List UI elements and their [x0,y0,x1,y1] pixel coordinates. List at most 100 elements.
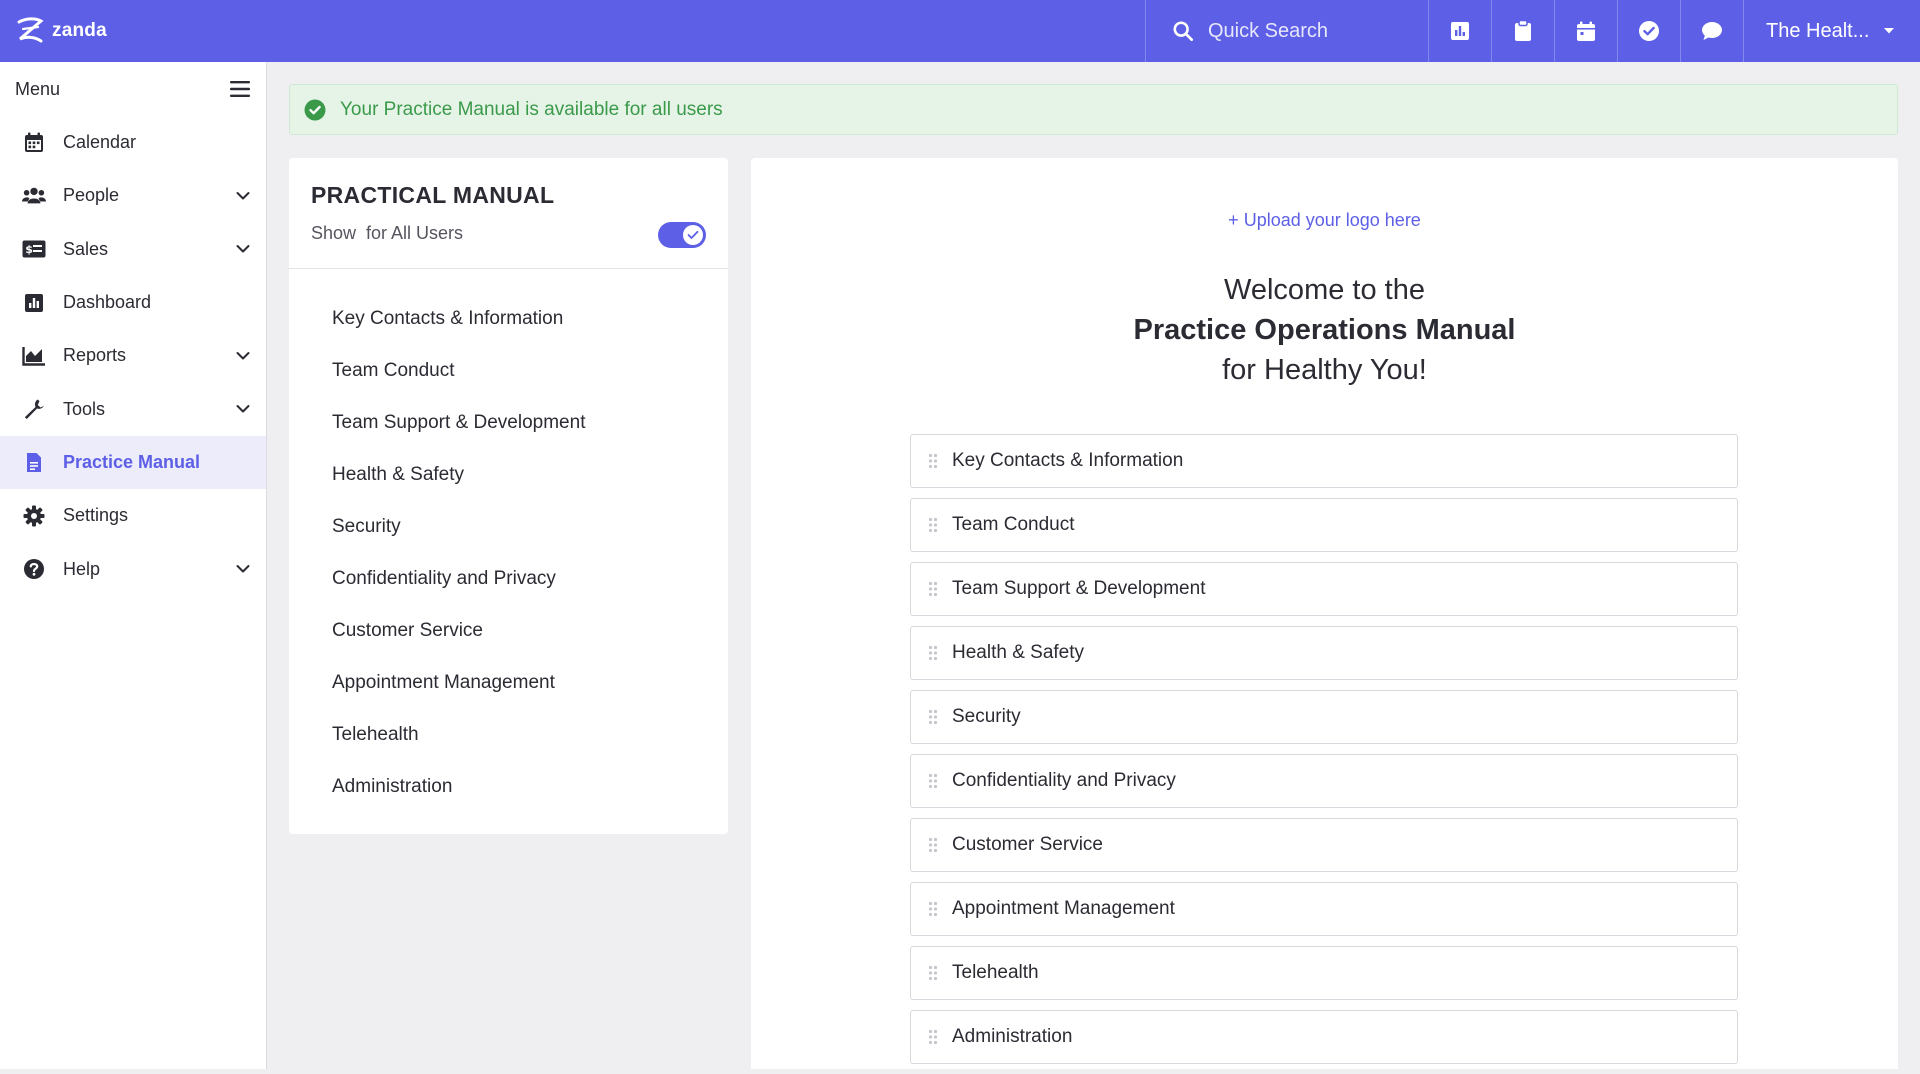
manual-panel: PRACTICAL MANUAL Show for All Users Key … [289,158,728,834]
upload-logo-link[interactable]: + Upload your logo here [751,210,1898,231]
toc-item[interactable]: Health & Safety [289,449,728,501]
section-label: Key Contacts & Information [952,450,1184,471]
calendar-button[interactable] [1554,0,1617,62]
sidebar-item-label: Reports [63,345,127,366]
drag-handle-icon[interactable] [928,517,938,533]
section-label: Team Support & Development [952,578,1206,599]
section-label: Telehealth [952,962,1039,983]
sidebar-item-sales[interactable]: $ Sales [0,223,266,276]
section-row[interactable]: Security [910,690,1738,744]
section-row[interactable]: Team Support & Development [910,562,1738,616]
chat-bubble-icon [1701,21,1723,41]
section-label: Health & Safety [952,642,1085,663]
chevron-down-icon[interactable] [236,191,250,200]
sidebar-item-label: Dashboard [63,292,152,313]
sidebar-item-label: Help [63,558,101,579]
section-row[interactable]: Confidentiality and Privacy [910,754,1738,808]
welcome-line-1: Welcome to the [1224,274,1425,306]
search-icon [1172,20,1194,42]
menu-label: Menu [15,78,61,99]
sidebar: Menu Calendar People $ Sales Dashboard R… [0,62,267,1069]
tasks-button[interactable] [1617,0,1680,62]
section-row[interactable]: Customer Service [910,818,1738,872]
account-switcher[interactable]: The Healt... [1743,0,1920,62]
drag-handle-icon[interactable] [928,837,938,853]
document-icon [22,450,46,474]
section-row[interactable]: Telehealth [910,946,1738,1000]
toc-item[interactable]: Team Support & Development [289,397,728,449]
sidebar-item-label: Practice Manual [63,451,201,472]
chevron-down-icon[interactable] [236,405,250,414]
toc-item[interactable]: Security [289,501,728,553]
check-circle-icon [1638,20,1660,42]
toc-item[interactable]: Administration [289,761,728,813]
chevron-down-icon[interactable] [236,565,250,574]
clipboard-icon [1514,20,1532,42]
top-bar: zanda Quick Search The Healt... [0,0,1920,62]
toc-item[interactable]: Appointment Management [289,657,728,709]
section-label: Confidentiality and Privacy [952,770,1176,791]
show-all-users-label: Show for All Users [311,223,464,243]
drag-handle-icon[interactable] [928,965,938,981]
banner-message: Your Practice Manual is available for al… [340,98,723,120]
sidebar-item-calendar[interactable]: Calendar [0,116,266,169]
quick-search[interactable]: Quick Search [1145,0,1428,62]
drag-handle-icon[interactable] [928,453,938,469]
chevron-down-icon[interactable] [236,351,250,360]
sidebar-item-people[interactable]: People [0,169,266,222]
calendar-icon [22,131,46,155]
section-label: Security [952,706,1021,727]
brand-logo[interactable]: zanda [0,0,266,62]
drag-handle-icon[interactable] [928,1029,938,1045]
clipboard-button[interactable] [1491,0,1554,62]
success-banner: Your Practice Manual is available for al… [289,84,1898,135]
show-all-users-toggle[interactable] [658,222,706,248]
reports-button[interactable] [1428,0,1491,62]
people-icon [22,184,46,208]
manual-content-panel: + Upload your logo here Welcome to the P… [751,158,1898,1069]
zanda-logo-icon [14,15,46,47]
svg-text:$: $ [25,243,33,256]
wrench-icon [22,397,46,421]
account-label: The Healt... [1766,19,1870,42]
sidebar-item-dashboard[interactable]: Dashboard [0,276,266,329]
sidebar-item-tools[interactable]: Tools [0,382,266,435]
section-row[interactable]: Team Conduct [910,498,1738,552]
drag-handle-icon[interactable] [928,901,938,917]
sidebar-item-reports[interactable]: Reports [0,329,266,382]
sidebar-item-label: Tools [63,398,106,419]
bar-chart-icon [1450,21,1470,41]
drag-handle-icon[interactable] [928,645,938,661]
dashboard-icon [22,291,46,315]
drag-handle-icon[interactable] [928,709,938,725]
chevron-down-icon[interactable] [236,245,250,254]
caret-down-icon [1883,27,1895,35]
hamburger-icon[interactable] [230,81,250,97]
toc-item[interactable]: Confidentiality and Privacy [289,553,728,605]
section-label: Appointment Management [952,898,1175,919]
brand-name: zanda [52,20,107,41]
toc-item[interactable]: Key Contacts & Information [289,293,728,345]
search-label: Quick Search [1208,19,1329,42]
manual-toc: Key Contacts & Information Team Conduct … [289,269,728,813]
sidebar-item-label: Sales [63,238,109,259]
section-row[interactable]: Health & Safety [910,626,1738,680]
drag-handle-icon[interactable] [928,581,938,597]
success-check-icon [304,99,326,121]
section-row[interactable]: Key Contacts & Information [910,434,1738,488]
messages-button[interactable] [1680,0,1743,62]
sidebar-item-help[interactable]: Help [0,542,266,595]
sales-icon: $ [22,237,46,261]
toc-item[interactable]: Telehealth [289,709,728,761]
plus-icon: + [1228,210,1239,230]
sidebar-item-settings[interactable]: Settings [0,489,266,542]
welcome-line-2: Practice Operations Manual [1133,314,1516,346]
toc-item[interactable]: Customer Service [289,605,728,657]
section-row[interactable]: Administration [910,1010,1738,1064]
toc-item[interactable]: Team Conduct [289,345,728,397]
section-label: Administration [952,1026,1073,1047]
welcome-line-3: for Healthy You! [1222,354,1427,386]
drag-handle-icon[interactable] [928,773,938,789]
sidebar-item-practice-manual[interactable]: Practice Manual [0,435,266,490]
section-row[interactable]: Appointment Management [910,882,1738,936]
